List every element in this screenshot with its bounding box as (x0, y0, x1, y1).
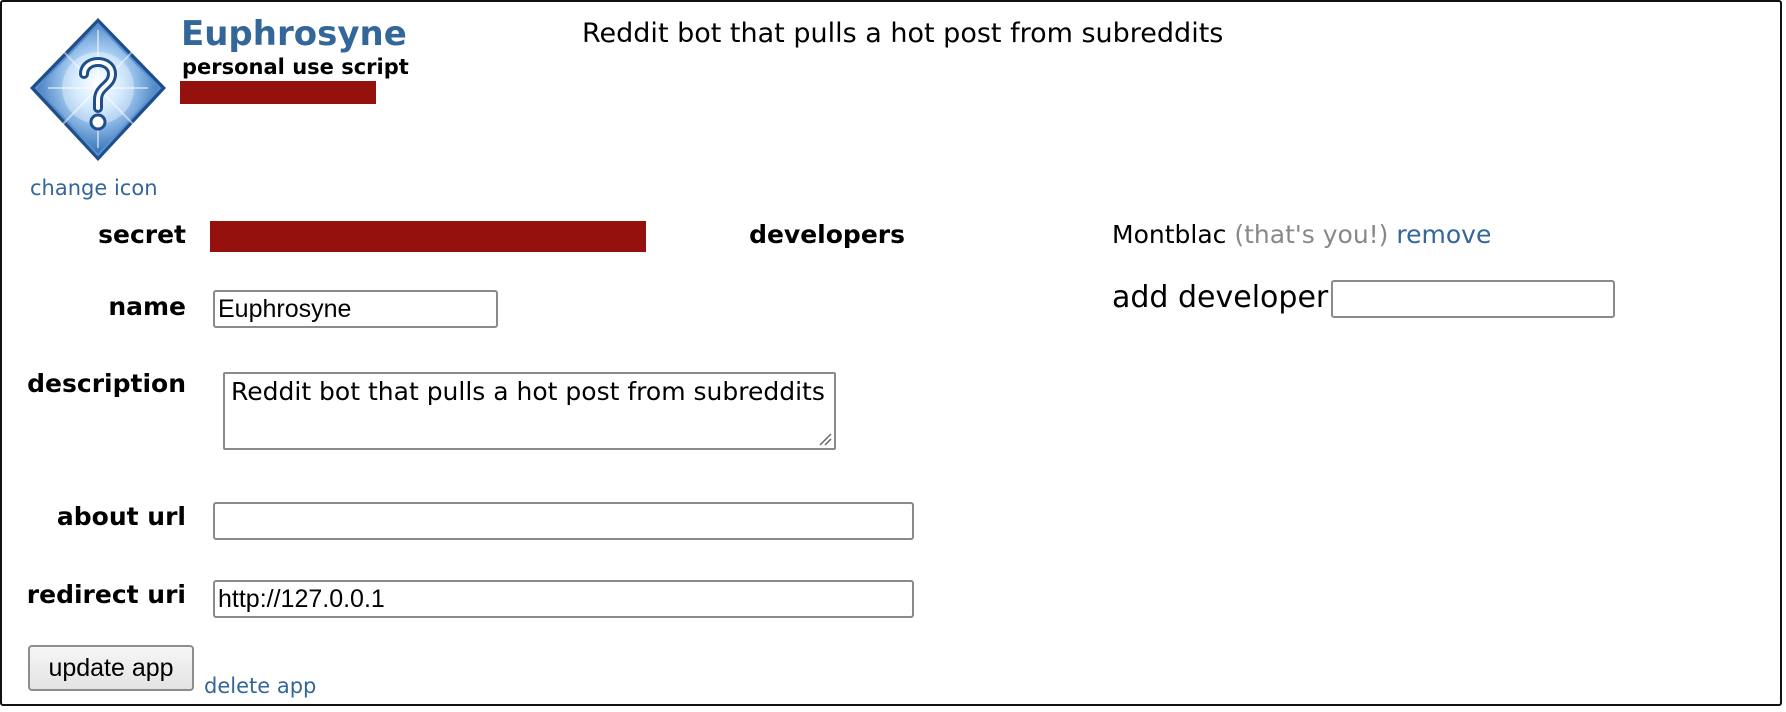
redirect-uri-input[interactable]: http://127.0.0.1 (213, 580, 914, 618)
redirect-uri-label: redirect uri (26, 580, 186, 609)
remove-developer-link[interactable]: remove (1396, 220, 1491, 249)
description-text: Reddit bot that pulls a hot post from su… (231, 377, 825, 406)
about-url-label: about url (56, 502, 186, 531)
app-type: personal use script (182, 55, 409, 79)
secret-label: secret (98, 220, 186, 249)
redacted-secret (210, 221, 646, 252)
developer-entry: Montblac (that's you!) remove (1112, 220, 1491, 249)
app-name: Euphrosyne (181, 14, 407, 54)
app-description-header: Reddit bot that pulls a hot post from su… (582, 18, 1224, 49)
developer-name: Montblac (1112, 220, 1227, 249)
update-app-button[interactable]: update app (28, 645, 194, 691)
resize-grip-icon[interactable] (818, 432, 832, 446)
delete-app-link[interactable]: delete app (204, 674, 316, 698)
change-icon-link[interactable]: change icon (30, 176, 158, 200)
description-label: description (27, 369, 186, 398)
app-panel: Euphrosyne personal use script Reddit bo… (0, 0, 1782, 706)
developer-you-note: (that's you!) (1234, 220, 1389, 249)
developers-label: developers (749, 220, 905, 249)
about-url-input[interactable] (213, 502, 914, 540)
question-mark-diamond-icon (28, 16, 168, 166)
description-textarea[interactable]: Reddit bot that pulls a hot post from su… (223, 372, 836, 450)
redacted-client-id (180, 81, 376, 104)
name-label: name (108, 292, 186, 321)
name-input[interactable]: Euphrosyne (213, 290, 498, 328)
add-developer-input[interactable] (1331, 280, 1615, 318)
add-developer-label: add developer: (1112, 280, 1338, 315)
